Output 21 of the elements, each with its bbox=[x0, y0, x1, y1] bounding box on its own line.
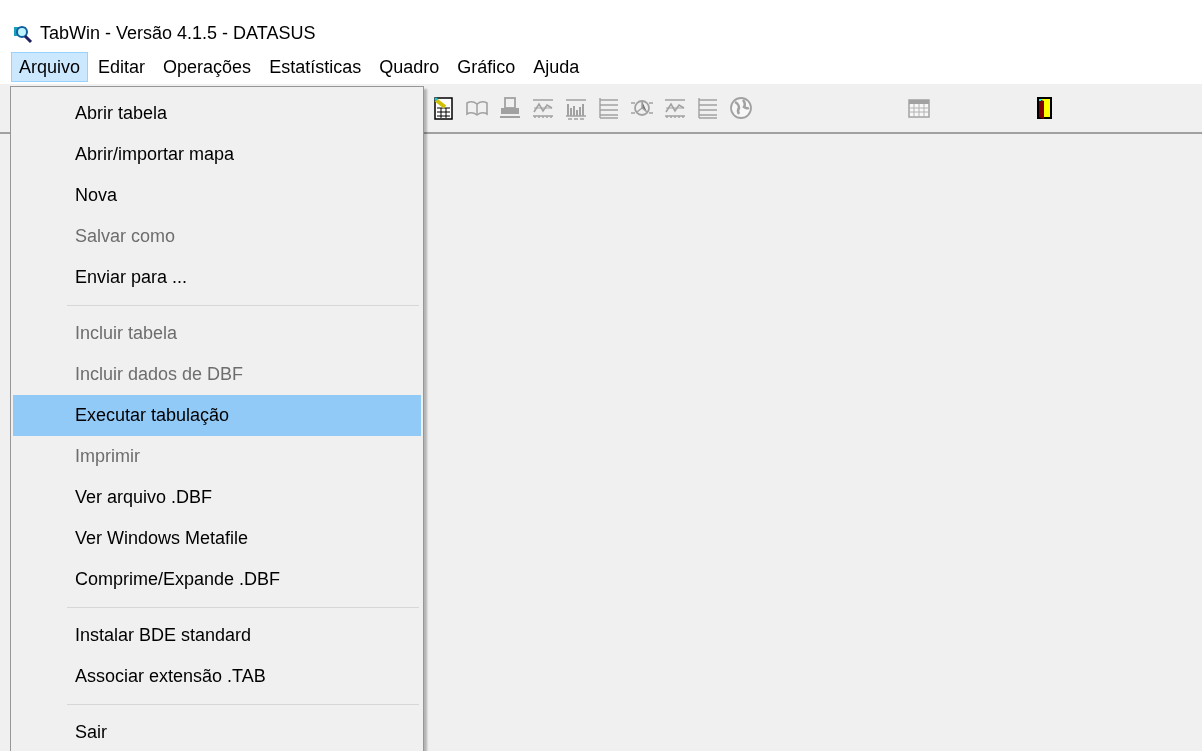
magnifier-icon bbox=[12, 24, 34, 44]
menu-item[interactable]: Nova bbox=[13, 175, 421, 216]
menu-item[interactable]: Enviar para ... bbox=[13, 257, 421, 298]
menu-item[interactable]: Abrir/importar mapa bbox=[13, 134, 421, 175]
window-title: TabWin - Versão 4.1.5 - DATASUS bbox=[40, 23, 316, 44]
menu-item[interactable]: Ver Windows Metafile bbox=[13, 518, 421, 559]
menu-item[interactable]: Ver arquivo .DBF bbox=[13, 477, 421, 518]
menu-item[interactable]: Instalar BDE standard bbox=[13, 615, 421, 656]
menu-item[interactable]: Executar tabulação bbox=[13, 395, 421, 436]
menu-bar-item[interactable]: Ajuda bbox=[525, 52, 588, 82]
tabulate-icon[interactable] bbox=[432, 96, 456, 120]
menu-bar-item[interactable]: Quadro bbox=[371, 52, 448, 82]
menu-item[interactable]: Abrir tabela bbox=[13, 93, 421, 134]
menu-item[interactable]: Comprime/Expande .DBF bbox=[13, 559, 421, 600]
menu-item[interactable]: Sair bbox=[13, 712, 421, 751]
menu-bar-item[interactable]: Editar bbox=[90, 52, 154, 82]
menu-bar-item[interactable]: Operações bbox=[155, 52, 260, 82]
menu-bar-item[interactable]: Gráfico bbox=[449, 52, 524, 82]
menu-item[interactable]: Associar extensão .TAB bbox=[13, 656, 421, 697]
menu-bar-item[interactable]: Arquivo bbox=[11, 52, 89, 82]
menu-bar-item[interactable]: Estatísticas bbox=[261, 52, 370, 82]
